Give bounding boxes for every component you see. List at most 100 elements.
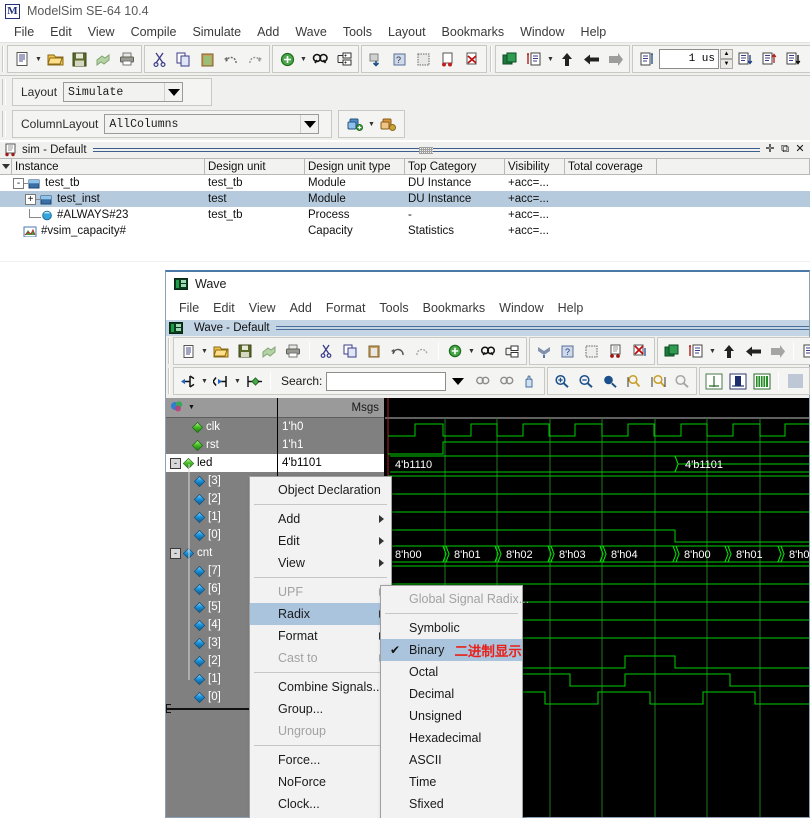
column-layout-chevron-down-icon[interactable] (300, 115, 318, 133)
stepper-up-icon[interactable]: ▲ (720, 49, 733, 59)
run-length-input[interactable]: 1 us (659, 49, 719, 69)
wave-window-icon[interactable] (499, 47, 521, 71)
menu-window[interactable]: Window (512, 24, 572, 40)
insert-breakpoint-icon[interactable]: ? (557, 339, 579, 363)
signal-row-led[interactable]: - led (166, 454, 277, 472)
context-menu-item-radix[interactable]: Radix (250, 603, 391, 625)
redo-icon[interactable] (411, 339, 433, 363)
radix-item-symbolic[interactable]: Symbolic (381, 617, 522, 639)
wave-window-icon[interactable] (661, 339, 683, 363)
column-header-design-unit-type[interactable]: Design unit type (305, 159, 405, 174)
dropdown-caret-icon[interactable]: ▼ (188, 404, 195, 411)
column-header-instance[interactable]: Instance (12, 159, 205, 174)
run-icon[interactable] (734, 47, 756, 71)
signal-row-rst[interactable]: rst (166, 436, 277, 454)
step-up-icon[interactable] (556, 47, 578, 71)
dropdown-caret-icon[interactable]: ▼ (233, 369, 242, 393)
wave-menu-file[interactable]: File (172, 300, 206, 316)
dropdown-caret-icon[interactable]: ▼ (708, 339, 717, 363)
wave-menu-window[interactable]: Window (492, 300, 550, 316)
expander-led[interactable]: - (170, 457, 181, 469)
table-row[interactable]: + test_inst test Module DU Instance +acc… (0, 191, 810, 207)
new-file-icon[interactable] (177, 339, 199, 363)
find-icon[interactable] (477, 339, 499, 363)
zoom-full-icon[interactable] (599, 369, 621, 393)
signal-list-icon[interactable] (685, 339, 707, 363)
radix-item-time[interactable]: Time (381, 771, 522, 793)
cut-icon[interactable] (315, 339, 337, 363)
open-folder-icon[interactable] (210, 339, 232, 363)
column-layout-grip[interactable] (2, 111, 6, 137)
signal-context-menu[interactable]: Object Declaration Add Edit View UPF Rad… (249, 476, 392, 818)
close-icon[interactable]: ✕ (794, 144, 806, 156)
save-icon[interactable] (234, 339, 256, 363)
wave-toolbar-grip-2[interactable] (168, 368, 170, 394)
paste-icon[interactable] (196, 47, 218, 71)
instance-filter-icon[interactable] (0, 159, 12, 174)
column-layout-icon[interactable] (333, 47, 355, 71)
run-length-icon[interactable] (636, 47, 658, 71)
wave-menu-view[interactable]: View (242, 300, 283, 316)
step-up-icon[interactable] (718, 339, 740, 363)
paste-icon[interactable] (363, 339, 385, 363)
context-menu-item-edit[interactable]: Edit (250, 530, 391, 552)
context-menu-item-noforce[interactable]: NoForce (250, 771, 391, 793)
radix-item-ascii[interactable]: ASCII (381, 749, 522, 771)
menu-wave[interactable]: Wave (287, 24, 335, 40)
add-object-icon[interactable] (444, 339, 466, 363)
compile-all-icon[interactable]: ? (389, 47, 411, 71)
wave-toolbar-grip-1[interactable] (168, 338, 170, 364)
menu-add[interactable]: Add (249, 24, 287, 40)
undo-icon[interactable] (387, 339, 409, 363)
next-transition-icon[interactable] (210, 369, 232, 393)
step-back-icon[interactable] (742, 339, 764, 363)
search-chevron-down-icon[interactable] (447, 369, 469, 393)
radix-item-sfixed[interactable]: Sfixed (381, 793, 522, 815)
undo-icon[interactable] (220, 47, 242, 71)
wave-menu-tools[interactable]: Tools (372, 300, 415, 316)
delete-cursor-icon[interactable] (629, 339, 651, 363)
wave-menu-format[interactable]: Format (319, 300, 373, 316)
add-column-icon[interactable] (344, 112, 366, 136)
radix-submenu[interactable]: Global Signal Radix... Symbolic ✔ Binary… (380, 585, 529, 818)
signal-palette-icon[interactable] (170, 400, 185, 416)
wave-view-green-icon[interactable] (751, 369, 773, 393)
layout-chevron-down-icon[interactable] (164, 83, 182, 101)
column-header-design-unit[interactable]: Design unit (205, 159, 305, 174)
column-header-top-category[interactable]: Top Category (405, 159, 505, 174)
menu-view[interactable]: View (80, 24, 123, 40)
search-next-icon[interactable] (495, 369, 517, 393)
radix-item-decimal[interactable]: Decimal (381, 683, 522, 705)
compile-icon[interactable] (365, 47, 387, 71)
table-row[interactable]: #ALWAYS#23 test_tb Process - +acc=... (0, 207, 810, 223)
wave-view-dark-icon[interactable] (727, 369, 749, 393)
wave-view-grid-icon[interactable] (784, 369, 806, 393)
column-header-visibility[interactable]: Visibility (505, 159, 565, 174)
continue-run-icon[interactable] (758, 47, 780, 71)
open-folder-icon[interactable] (44, 47, 66, 71)
grid-icon[interactable] (581, 339, 603, 363)
toolbar-grip[interactable] (2, 46, 4, 72)
wave-menu-bookmarks[interactable]: Bookmarks (416, 300, 493, 316)
context-menu-item-add[interactable]: Add (250, 508, 391, 530)
copy-icon[interactable] (172, 47, 194, 71)
remove-column-icon[interactable] (377, 112, 399, 136)
add-object-dropdown-caret-icon[interactable]: ▼ (299, 47, 308, 71)
signal-row-clk[interactable]: clk (166, 418, 277, 436)
insert-cursor-icon[interactable] (533, 339, 555, 363)
expand-signal-icon[interactable] (605, 339, 627, 363)
simulate-icon[interactable] (413, 47, 435, 71)
column-header-total-coverage[interactable]: Total coverage (565, 159, 657, 174)
signal-list-dropdown-caret-icon[interactable]: ▼ (546, 47, 555, 71)
copy-icon[interactable] (339, 339, 361, 363)
find-transition-icon[interactable] (243, 369, 265, 393)
menu-simulate[interactable]: Simulate (184, 24, 249, 40)
dropdown-caret-icon[interactable]: ▼ (467, 339, 476, 363)
save-icon[interactable] (68, 47, 90, 71)
step-over-icon[interactable] (766, 339, 788, 363)
redo-icon[interactable] (244, 47, 266, 71)
zoom-range-icon[interactable] (647, 369, 669, 393)
radix-item-octal[interactable]: Octal (381, 661, 522, 683)
zoom-last-icon[interactable] (671, 369, 693, 393)
reload-icon[interactable] (258, 339, 280, 363)
